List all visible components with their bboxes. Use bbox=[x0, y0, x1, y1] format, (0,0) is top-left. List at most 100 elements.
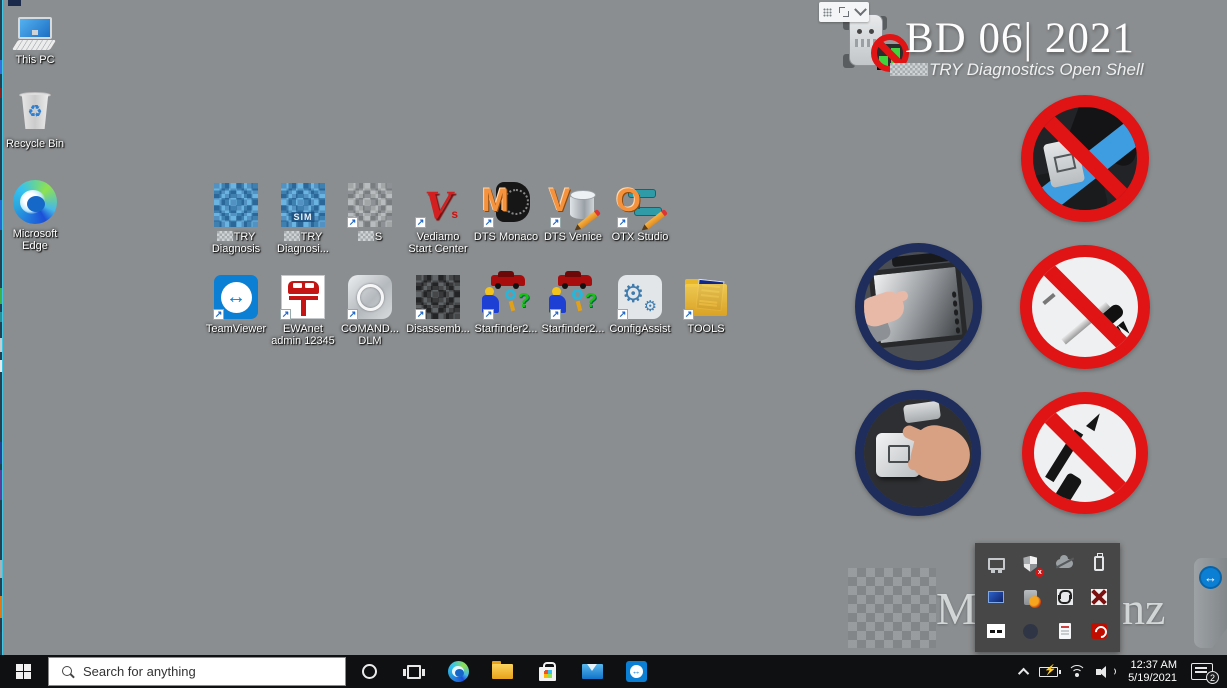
gear-icon: ⚙ bbox=[643, 298, 657, 315]
shortcut-arrow-icon bbox=[347, 309, 358, 320]
taskbar-button-file-explorer[interactable] bbox=[480, 655, 525, 688]
magnifier-icon bbox=[572, 289, 583, 300]
vediamo-logo-sub: s bbox=[451, 207, 458, 221]
shortcut-arrow-icon bbox=[617, 217, 628, 228]
desktop-icon-starfinder2-b[interactable]: ? Starfinder2... bbox=[540, 271, 606, 335]
volume-icon[interactable] bbox=[1096, 665, 1117, 679]
icon-label: This PC bbox=[2, 54, 68, 66]
onedrive-offline-icon[interactable] bbox=[1054, 553, 1076, 575]
icon-label-text: DLM bbox=[358, 335, 382, 347]
shortcut-arrow-icon bbox=[213, 309, 224, 320]
wifi-icon[interactable] bbox=[1068, 665, 1087, 678]
search-input[interactable]: Search for anything bbox=[48, 657, 346, 686]
icon-label: COMAND... DLM bbox=[337, 323, 403, 347]
acrobat-reader-icon[interactable] bbox=[1088, 620, 1110, 642]
edge-icon bbox=[447, 661, 469, 682]
chevron-down-icon[interactable] bbox=[854, 2, 868, 16]
icon-label: Starfinder2... bbox=[473, 323, 539, 335]
shortcut-arrow-icon bbox=[617, 309, 628, 320]
desktop-icon-configassist[interactable]: ⚙⚙ ConfigAssist bbox=[607, 273, 673, 335]
desktop-icon-dts-venice[interactable]: V DTS Venice bbox=[540, 181, 606, 243]
desktop-icon-this-pc[interactable]: This PC bbox=[2, 4, 68, 66]
start-button[interactable] bbox=[0, 655, 46, 688]
question-mark: ? bbox=[517, 290, 530, 312]
remote-display-icon[interactable] bbox=[985, 586, 1007, 608]
taskbar-items: ↔ bbox=[346, 655, 658, 688]
tray-chevron-up-icon[interactable] bbox=[1017, 667, 1030, 679]
clock-date: 5/19/2021 bbox=[1128, 671, 1177, 684]
shortcut-arrow-icon bbox=[483, 217, 494, 228]
dim-app-icon[interactable] bbox=[1019, 620, 1041, 642]
hdd-warning-icon[interactable] bbox=[1019, 586, 1041, 608]
windows-logo-icon bbox=[15, 664, 31, 679]
shortcut-arrow-icon bbox=[415, 309, 426, 320]
tablet-touch-sticker bbox=[855, 243, 982, 370]
serial-cable-icon[interactable] bbox=[1054, 586, 1076, 608]
desktop-surface[interactable]: This PC ♻ Recycle Bin Microsoft Edge TRY Diagn… bbox=[0, 0, 1227, 688]
desktop-icon-microsoft-edge[interactable]: Microsoft Edge bbox=[2, 178, 68, 252]
icon-label: TRY Diagnosi... bbox=[270, 231, 336, 255]
desktop-icon-tools[interactable]: TOOLS bbox=[673, 273, 739, 335]
icon-label: Vediamo Start Center bbox=[405, 231, 471, 255]
display-icon[interactable] bbox=[985, 553, 1007, 575]
action-center-icon[interactable]: 2 bbox=[1191, 663, 1219, 684]
desktop-icon-otx-studio[interactable]: O OTX Studio bbox=[607, 181, 673, 243]
notification-badge: 2 bbox=[1206, 671, 1219, 684]
desktop-icon-recycle-bin[interactable]: ♻ Recycle Bin bbox=[2, 88, 68, 150]
icon-art-ewanet-admin bbox=[279, 273, 327, 321]
taskbar: Search for anything ↔ 12:37 AM 5/19/2021… bbox=[0, 655, 1227, 688]
no-device-sticker bbox=[1021, 95, 1149, 222]
magnifier-icon bbox=[505, 289, 516, 300]
network-disabled-icon[interactable] bbox=[1088, 586, 1110, 608]
icon-label: Disassemb... bbox=[405, 323, 471, 335]
teamviewer-side-tab[interactable]: ↔ bbox=[1194, 558, 1227, 648]
icon-art-starfinder2-b: ? bbox=[549, 271, 597, 321]
desktop-icon-disassembler[interactable]: Disassemb... bbox=[405, 273, 471, 335]
battery-icon[interactable] bbox=[1039, 665, 1062, 677]
gear-icon: ⚙ bbox=[622, 280, 645, 308]
monitor-stand bbox=[32, 30, 38, 35]
minimize-strip-icon[interactable] bbox=[985, 620, 1007, 642]
task-view-icon bbox=[403, 664, 425, 679]
icon-label-text: Vediamo bbox=[416, 231, 460, 243]
taskbar-button-task-view[interactable] bbox=[392, 655, 436, 688]
desktop-icon-comand-dlm[interactable]: COMAND...DLM bbox=[337, 273, 403, 347]
drag-handle-icon[interactable] bbox=[822, 7, 832, 17]
store-icon bbox=[539, 662, 556, 681]
shortcut-arrow-icon bbox=[550, 217, 561, 228]
usb-device-icon[interactable] bbox=[1088, 553, 1110, 575]
taskbar-button-mail[interactable] bbox=[570, 655, 614, 688]
clock[interactable]: 12:37 AM 5/19/2021 bbox=[1124, 659, 1181, 685]
icon-label-text: OTX Studio bbox=[611, 231, 669, 243]
icon-label: DTS Monaco bbox=[473, 231, 539, 243]
desktop-icon-xentry-diagnosis[interactable]: TRY Diagnosis bbox=[203, 181, 269, 255]
floating-toolbar[interactable] bbox=[819, 2, 869, 22]
icon-label: Starfinder2... bbox=[540, 323, 606, 335]
desktop-icon-teamviewer[interactable]: ↔ TeamViewer bbox=[203, 273, 269, 335]
expand-icon[interactable] bbox=[838, 7, 849, 17]
icon-label: Microsoft Edge bbox=[2, 228, 68, 252]
desktop-icon-das[interactable]: S bbox=[337, 181, 403, 243]
wallpaper-title: BD 06| 2021 bbox=[905, 15, 1135, 62]
taskbar-button-edge[interactable] bbox=[436, 655, 480, 688]
icon-label-text: Disassemb... bbox=[406, 323, 470, 335]
taskbar-button-teamviewer[interactable]: ↔ bbox=[614, 655, 658, 688]
icon-label-text: TRY bbox=[233, 231, 256, 243]
icon-label-text: TOOLS bbox=[687, 323, 725, 335]
desktop-icon-starfinder2-a[interactable]: ? Starfinder2... bbox=[473, 271, 539, 335]
document-icon[interactable] bbox=[1054, 620, 1076, 642]
recycle-symbol: ♻ bbox=[27, 102, 43, 121]
blurred-star-ring bbox=[356, 283, 384, 311]
taskbar-button-cortana[interactable] bbox=[346, 655, 392, 688]
desktop-icon-ewanet-admin[interactable]: EWAnetadmin 12345 bbox=[270, 273, 336, 347]
desktop-icon-vediamo-start-center[interactable]: VsVediamoStart Center bbox=[405, 181, 471, 255]
defender-alert-icon[interactable]: x bbox=[1019, 553, 1045, 577]
icon-art-xentry-diagnosis-sim: SIM bbox=[279, 181, 327, 229]
monaco-logo: M bbox=[482, 182, 509, 218]
otx-logo: O bbox=[616, 182, 641, 218]
icon-label-text: S bbox=[374, 231, 383, 243]
desktop-icon-dts-monaco[interactable]: M DTS Monaco bbox=[473, 181, 539, 243]
venice-logo: V bbox=[549, 182, 571, 218]
taskbar-button-store[interactable] bbox=[525, 655, 570, 688]
desktop-icon-xentry-diagnosis-sim[interactable]: SIM TRY Diagnosi... bbox=[270, 181, 336, 255]
